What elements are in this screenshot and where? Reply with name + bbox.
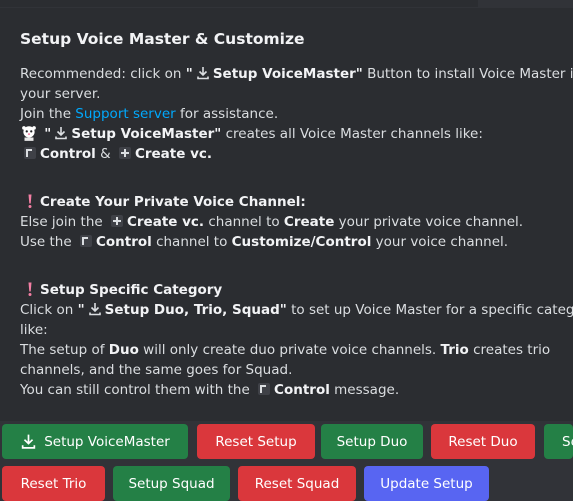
setup-squad-button[interactable]: Setup Squad [113,466,230,501]
message-embed: Setup Voice Master & Customize Recommend… [0,8,573,421]
reset-setup-button[interactable]: Reset Setup [197,424,315,459]
plus-icon [118,147,131,159]
setup-voicemaster-button[interactable]: Setup VoiceMaster [2,424,188,459]
embed-description: Recommended: click on " Setup VoiceMaster… [20,64,573,400]
recommended-line: Recommended: click on " Setup VoiceMaster… [20,66,573,82]
exclamation-icon [28,194,32,208]
reset-squad-button[interactable]: Reset Squad [238,466,356,501]
download-icon [55,127,68,140]
section1-line1: Else join the Create vc. channel to Crea… [20,214,524,230]
section2-line5: You can still control them with the Cont… [20,382,400,398]
creates-line: " Setup VoiceMaster" creates all Voice Ma… [20,124,565,144]
setup-duo-button[interactable]: Setup Duo [321,424,423,459]
section2-title-line: Setup Specific Category [20,280,565,300]
section1-line2: Use the Control channel to Customize/Con… [20,234,509,250]
top-strip-notch [478,0,573,7]
download-icon [21,434,36,449]
support-server-link[interactable]: Support server [75,106,175,122]
section2-line1: Click on " Setup Duo, Trio, Squad" to set… [20,302,573,318]
channels-line: Control & Create vc. [20,144,565,164]
recommended-line-2: your server. [20,86,101,102]
control-panel-icon [258,383,271,395]
section2-line2: like: [20,322,48,338]
control-panel-icon [79,235,92,247]
download-icon [88,303,101,316]
embed-title: Setup Voice Master & Customize [20,30,305,48]
section2-line4: channels, and the same goes for Squad. [20,362,293,378]
section1-title-line: Create Your Private Voice Channel: [20,192,565,212]
reset-duo-button[interactable]: Reset Duo [431,424,535,459]
reset-trio-button[interactable]: Reset Trio [2,466,105,501]
exclamation-icon [28,282,32,296]
setup-trio-button[interactable]: Se [544,424,573,459]
section2-title: Setup Specific Category [40,282,223,298]
plus-icon [110,215,123,227]
section1-title: Create Your Private Voice Channel: [40,194,306,210]
update-setup-button[interactable]: Update Setup [364,466,489,501]
control-panel-icon [24,147,36,159]
download-icon [197,67,209,80]
section2-line3: The setup of Duo will only create duo pr… [20,342,551,358]
bot-mascot-icon [22,126,36,141]
join-line: Join the Support server for assistance. [20,106,279,122]
